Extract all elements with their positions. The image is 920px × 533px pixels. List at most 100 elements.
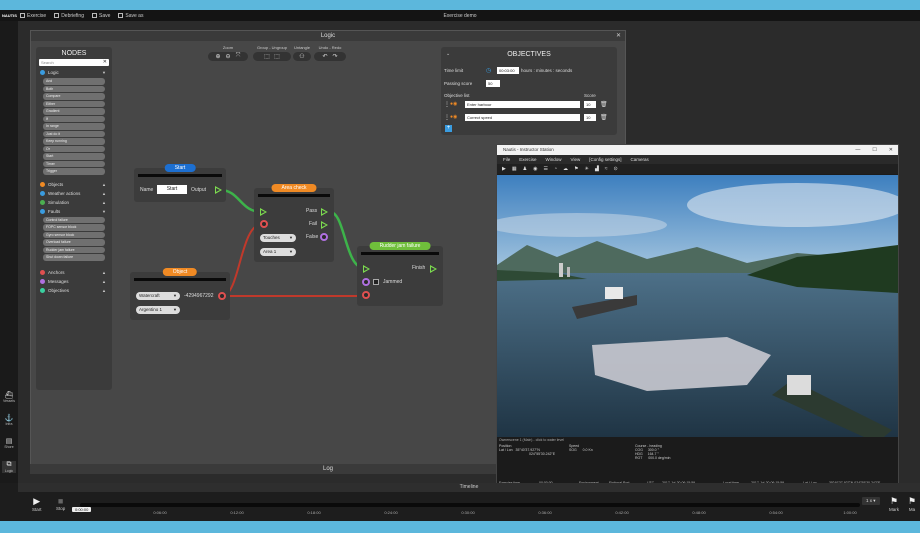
- trash-icon[interactable]: 🗑: [600, 101, 608, 108]
- camera-icon[interactable]: ◉: [533, 166, 537, 172]
- tug-bridge: [787, 375, 811, 395]
- timeline-tick: 0:06:00: [153, 510, 167, 515]
- output-pin-icon[interactable]: [215, 186, 222, 194]
- mark2-button[interactable]: ⚑ Ma: [908, 496, 916, 512]
- timeline-tick: 0:30:00: [461, 510, 475, 515]
- inst-menu-config[interactable]: [Config settings]: [589, 155, 621, 164]
- timeline-tick: 0:42:00: [615, 510, 629, 515]
- inst-menu-view[interactable]: View: [571, 155, 581, 164]
- simulation-3d-view[interactable]: [497, 175, 898, 437]
- finish-label: Finish: [412, 265, 426, 271]
- object-pin-icon[interactable]: [362, 291, 370, 299]
- jammed-label: Jammed: [383, 279, 403, 285]
- pass-label: Pass: [306, 208, 318, 214]
- jammed-checkbox[interactable]: [373, 279, 379, 285]
- inst-menu-exercise[interactable]: Exercise: [519, 155, 536, 164]
- timeline-tick: 0:48:00: [692, 510, 706, 515]
- gauge-icon[interactable]: ◔: [554, 166, 557, 172]
- timeline-cursor[interactable]: 0:00:00: [72, 507, 92, 512]
- close-icon[interactable]: ✕: [889, 145, 893, 155]
- objective-name-input[interactable]: Enter harbour: [465, 101, 580, 108]
- weather-icon[interactable]: ☁: [563, 166, 568, 172]
- objectives-panel: ⌄ OBJECTIVES Time limit ◷ 00:03:00 hours…: [441, 47, 617, 135]
- start-button[interactable]: ▶ Start: [32, 496, 42, 512]
- inst-menu-file[interactable]: File: [503, 155, 510, 164]
- finish-pin-icon[interactable]: [430, 265, 437, 273]
- node-bar: [134, 278, 226, 281]
- timeline-tick: 0:36:00: [538, 510, 552, 515]
- harbour-building: [567, 267, 570, 277]
- course-panel: Course - heading COG 300.0 ° HDG 164.7 °…: [635, 444, 671, 460]
- time-limit-input[interactable]: 00:03:00: [497, 67, 519, 74]
- object-id: -4294967292: [184, 293, 214, 299]
- instructor-menubar: File Exercise Window View [Config settin…: [497, 155, 898, 164]
- timeline-tick: 1:00:00: [843, 510, 857, 515]
- inst-menu-window[interactable]: Window: [546, 155, 562, 164]
- chart-icon[interactable]: ▟: [595, 166, 599, 172]
- input-pin-icon[interactable]: [363, 265, 370, 273]
- rudder-node-title: Rudder jam failure: [369, 242, 431, 250]
- jammed-pin-icon[interactable]: [362, 278, 370, 286]
- speed-panel: Speed SOG 0.0 Kn: [569, 444, 593, 452]
- timeline-tick: 0:12:00: [230, 510, 244, 515]
- input-pin-icon[interactable]: [260, 208, 267, 216]
- sun-icon[interactable]: ☀: [584, 166, 588, 172]
- area-select[interactable]: Area 1 ▼: [260, 248, 296, 256]
- cargo-ship-bridge: [605, 287, 623, 299]
- stop-button[interactable]: ■ Stop: [56, 496, 65, 511]
- node-bar: [361, 252, 439, 255]
- flag-icon[interactable]: ⚑: [574, 166, 578, 172]
- chevron-down-icon[interactable]: ⌄: [446, 51, 450, 57]
- start-node[interactable]: Start Name Start Output: [134, 164, 226, 202]
- clock-icon: ◷: [486, 68, 492, 74]
- bookmark-icon: ⚑: [908, 496, 917, 506]
- passing-score-input[interactable]: 50: [486, 80, 500, 87]
- passing-score-label: Passing score: [444, 81, 473, 86]
- grid-icon[interactable]: ▦: [512, 166, 517, 172]
- area-check-node[interactable]: Area check Pass Fail False Touches ▼ Area…: [254, 184, 334, 262]
- start-output-label: Output: [191, 187, 207, 193]
- pass-pin-icon[interactable]: [321, 208, 328, 216]
- objective-name-input[interactable]: Correct speed: [465, 114, 580, 121]
- time-units-label: hours : minutes : seconds: [521, 68, 573, 73]
- list-icon[interactable]: ☰: [543, 166, 547, 172]
- object-node[interactable]: Object Watercraft ▼ -4294967292 Argentino…: [130, 268, 230, 320]
- mark-button[interactable]: ⚑ Mark: [889, 496, 899, 512]
- maximize-icon[interactable]: ☐: [872, 145, 876, 155]
- timeline-tick: 0:18:00: [307, 510, 321, 515]
- trash-icon[interactable]: 🗑: [600, 114, 608, 121]
- stop-icon: ■: [57, 496, 64, 506]
- waves-icon[interactable]: ≈: [605, 166, 608, 172]
- object-name-select[interactable]: Argentino 1 ▼: [136, 306, 180, 314]
- objectives-title: OBJECTIVES: [507, 51, 551, 58]
- node-bar: [258, 194, 330, 197]
- touches-select[interactable]: Touches ▼: [260, 234, 296, 242]
- instructor-title: Nautis - Instructor Station: [503, 147, 554, 152]
- false-pin-icon[interactable]: [320, 233, 328, 241]
- inst-menu-cameras[interactable]: Cameras: [631, 155, 649, 164]
- objective-score-input[interactable]: 10: [584, 101, 596, 108]
- start-name-input[interactable]: Start: [157, 185, 187, 194]
- cloud: [687, 183, 898, 227]
- object-node-title: Object: [162, 268, 198, 276]
- bookmark-icon: ⚑: [889, 496, 899, 506]
- object-out-pin-icon[interactable]: [218, 292, 226, 300]
- add-objective-button[interactable]: +: [445, 125, 452, 132]
- timeline-title: Timeline: [18, 483, 920, 492]
- object-pin-icon[interactable]: [260, 220, 268, 228]
- minimize-icon[interactable]: —: [855, 145, 860, 155]
- fail-pin-icon[interactable]: [321, 221, 328, 229]
- play-icon[interactable]: ▶: [502, 166, 506, 172]
- rudder-jam-failure-node[interactable]: Rudder jam failure Finish Jammed: [357, 242, 443, 306]
- time-limit-label: Time limit: [444, 68, 464, 73]
- log-title: Log: [322, 466, 333, 472]
- speed-select[interactable]: 1 x ▾: [862, 497, 880, 505]
- fail-label: Fail: [309, 221, 318, 227]
- timeline-panel: Timeline ▶ Start ■ Stop 0:00:00 0:06:00 0:…: [0, 483, 920, 521]
- objective-score-input[interactable]: 10: [584, 114, 596, 121]
- pin-icon[interactable]: ⊙: [614, 166, 618, 172]
- object-type-select[interactable]: Watercraft ▼: [136, 292, 180, 300]
- person-icon[interactable]: ♟: [523, 166, 527, 172]
- timeline-track[interactable]: [80, 503, 860, 507]
- objective-list-label: Objective list: [444, 93, 470, 98]
